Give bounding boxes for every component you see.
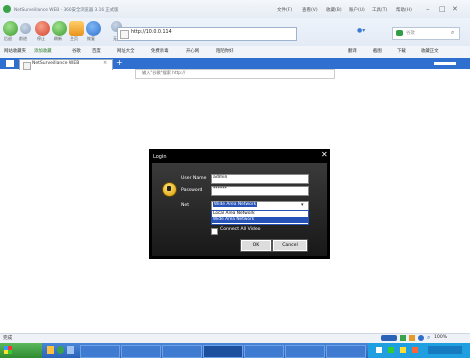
security-icon[interactable] bbox=[400, 335, 406, 341]
tab-page-icon bbox=[23, 62, 31, 70]
windows-logo-icon bbox=[4, 346, 12, 354]
search-engine-icon bbox=[396, 30, 403, 36]
restore-button[interactable] bbox=[86, 21, 101, 36]
zoom-icon[interactable]: ⌕ bbox=[427, 334, 430, 342]
quicklaunch-browser-icon[interactable] bbox=[57, 346, 64, 354]
tool-save-text[interactable]: 收藏正文 bbox=[421, 48, 439, 54]
menu-file[interactable]: 文件(F) bbox=[277, 7, 292, 13]
refresh-button[interactable] bbox=[52, 21, 67, 36]
lock-icon bbox=[162, 182, 177, 197]
taskbar-item-4[interactable] bbox=[203, 345, 243, 358]
browser-logo-icon bbox=[3, 5, 11, 13]
maximize-icon[interactable]: □ bbox=[439, 5, 446, 13]
fav-momo[interactable]: 陌陌你好 bbox=[216, 48, 234, 54]
password-label: Password bbox=[181, 188, 203, 193]
quicklaunch-explorer-icon[interactable] bbox=[47, 346, 54, 354]
back-button[interactable] bbox=[3, 21, 18, 36]
tool-screenshot[interactable]: 截图 bbox=[373, 48, 382, 54]
login-close-icon[interactable]: ✕ bbox=[321, 150, 328, 159]
search-placeholder: 谷歌 bbox=[406, 31, 415, 36]
connect-all-video-checkbox[interactable] bbox=[211, 228, 218, 235]
taskbar-item-3[interactable] bbox=[162, 345, 202, 358]
tray-security-icon[interactable] bbox=[388, 347, 394, 353]
address-suggestion-text: 输入"谷歌"搜索 http:// bbox=[142, 70, 186, 75]
fav-baidu[interactable]: 百度 bbox=[92, 48, 101, 54]
password-input[interactable]: ****** bbox=[211, 186, 309, 196]
quicklaunch-desktop-icon[interactable] bbox=[67, 346, 74, 354]
address-url: http://10.0.0.114 bbox=[131, 30, 172, 35]
menu-account[interactable]: 账户(U) bbox=[349, 7, 365, 13]
fav-antivirus[interactable]: 免费杀毒 bbox=[151, 48, 169, 54]
tab-label: NetSurveillance WEB bbox=[32, 61, 80, 66]
home-button[interactable] bbox=[69, 21, 84, 36]
zoom-level[interactable]: 100% bbox=[434, 335, 447, 340]
taskbar-item-2[interactable] bbox=[121, 345, 161, 358]
taskbar-item-5[interactable] bbox=[244, 345, 284, 358]
address-bar[interactable]: http://10.0.0.114 bbox=[117, 27, 297, 41]
user-name-label: User Name bbox=[181, 176, 207, 181]
fav-collection[interactable]: 网站收藏夹 bbox=[4, 48, 26, 54]
start-button[interactable] bbox=[0, 343, 42, 358]
net-dropdown-list: Local Area Network Wide Area Network bbox=[211, 210, 309, 225]
tray-clock[interactable] bbox=[428, 346, 462, 354]
menu-tools[interactable]: 工具(T) bbox=[372, 7, 387, 13]
fav-add[interactable]: 添加收藏 bbox=[34, 48, 52, 54]
download-status-icon[interactable] bbox=[409, 335, 415, 341]
speed-icon[interactable] bbox=[381, 335, 397, 341]
net-label: Net bbox=[181, 203, 190, 208]
nav-label-home: 主页 bbox=[70, 36, 78, 41]
fav-kaixin[interactable]: 开心网 bbox=[186, 48, 199, 54]
taskbar-item-1[interactable] bbox=[80, 345, 120, 358]
search-icon[interactable]: ⌕ bbox=[451, 29, 454, 37]
chevron-down-icon[interactable]: ▾ bbox=[300, 202, 305, 208]
address-suggestion[interactable]: 输入"谷歌"搜索 http:// bbox=[135, 69, 335, 79]
window-title: NetSurveillance WEB - 360安全浏览器 3.16 正式版 bbox=[14, 8, 119, 13]
nav-label-forward: 前进 bbox=[19, 36, 27, 41]
new-tab-button[interactable]: + bbox=[116, 58, 123, 67]
connect-all-video-label: Connect All Video bbox=[220, 227, 261, 232]
user-name-input[interactable]: admin bbox=[211, 174, 309, 184]
tray-network-icon[interactable] bbox=[376, 347, 382, 353]
forward-button[interactable] bbox=[20, 23, 31, 34]
tray-volume-icon[interactable] bbox=[400, 347, 406, 353]
close-icon[interactable]: ✕ bbox=[452, 5, 458, 13]
nav-label-back: 后退 bbox=[4, 36, 12, 41]
taskbar-item-6[interactable] bbox=[285, 345, 325, 358]
menu-favorites[interactable]: 收藏(B) bbox=[326, 7, 342, 13]
net-option-wan[interactable]: Wide Area Network bbox=[212, 217, 309, 223]
tab-scroll-icon[interactable] bbox=[434, 62, 456, 65]
user-name-value: admin bbox=[213, 175, 228, 180]
menu-view[interactable]: 查看(V) bbox=[302, 7, 318, 13]
nav-label-restore: 恢复 bbox=[87, 36, 95, 41]
stop-button[interactable] bbox=[35, 21, 50, 36]
status-text: 完成 bbox=[3, 336, 13, 341]
net-selected-value: Wide Area Network bbox=[213, 202, 258, 207]
browser-title-bar: NetSurveillance WEB - 360安全浏览器 3.16 正式版 … bbox=[0, 0, 470, 18]
tool-download[interactable]: 下载 bbox=[397, 48, 406, 54]
search-input[interactable]: 谷歌 ⌕ bbox=[392, 27, 460, 40]
page-icon bbox=[120, 30, 129, 39]
fav-hao[interactable]: 网址大全 bbox=[117, 48, 135, 54]
tray-app-icon[interactable] bbox=[412, 347, 418, 353]
tool-translate[interactable]: 翻译 bbox=[348, 48, 357, 54]
nav-label-refresh: 刷新 bbox=[54, 36, 62, 41]
sound-icon[interactable] bbox=[418, 335, 424, 341]
minimize-icon[interactable]: – bbox=[426, 5, 430, 13]
tab-close-icon[interactable]: × bbox=[103, 60, 107, 66]
go-icon[interactable]: ●▾ bbox=[357, 27, 365, 34]
tab-netsurveillance[interactable]: NetSurveillance WEB × bbox=[19, 59, 113, 70]
nav-label-stop: 停止 bbox=[37, 36, 45, 41]
system-tray bbox=[368, 343, 470, 358]
ok-button[interactable]: OK bbox=[240, 239, 272, 252]
menu-help[interactable]: 帮助(H) bbox=[396, 7, 412, 13]
fav-google[interactable]: 谷歌 bbox=[72, 48, 81, 54]
taskbar-item-7[interactable] bbox=[326, 345, 366, 358]
login-dialog-title: Login bbox=[153, 154, 167, 160]
password-value: ****** bbox=[213, 187, 227, 192]
cancel-button[interactable]: Cancel bbox=[272, 239, 308, 252]
tab-list-icon[interactable] bbox=[6, 60, 14, 67]
